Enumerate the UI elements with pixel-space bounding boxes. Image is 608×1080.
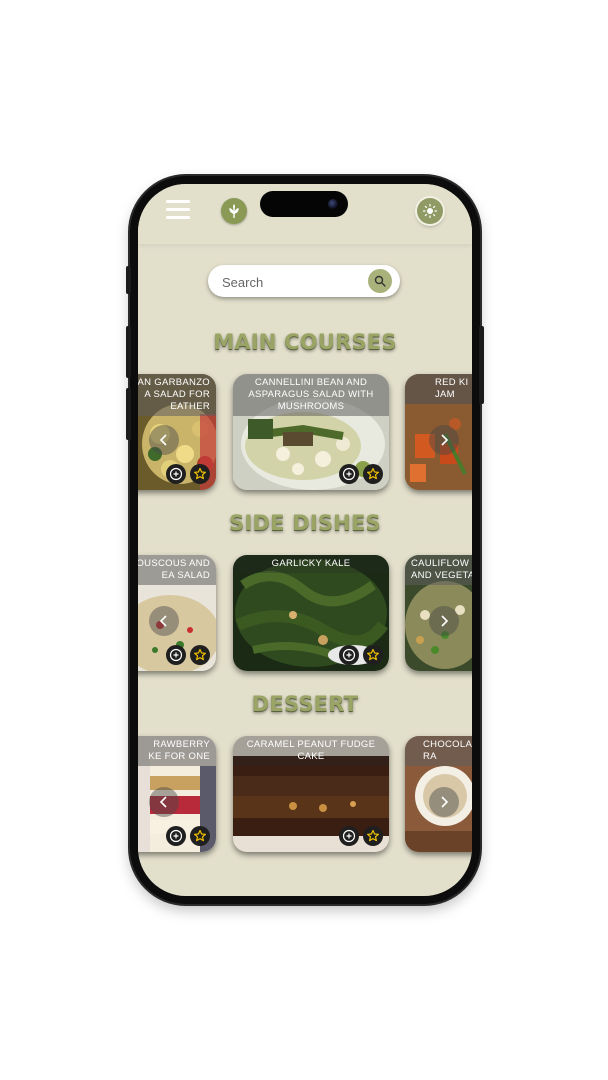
star-icon[interactable] — [363, 464, 383, 484]
recipe-title: CAULIFLOW AND VEGETA — [405, 555, 472, 585]
carousel-prev-button[interactable] — [149, 606, 179, 636]
recipe-title: OUSCOUS AND EA SALAD — [138, 555, 216, 585]
power-button — [479, 326, 484, 404]
star-icon[interactable] — [190, 645, 210, 665]
section-title-side-dishes: SIDE DISHES — [229, 511, 381, 535]
recipe-title: RED KI JAM — [405, 374, 472, 404]
search-bar — [208, 265, 400, 297]
add-icon[interactable] — [166, 826, 186, 846]
add-icon[interactable] — [339, 464, 359, 484]
mute-switch — [126, 266, 131, 294]
hamburger-menu-icon[interactable] — [166, 200, 190, 220]
recipe-card[interactable]: Caramel Peanut Fudge Cake — [233, 736, 389, 852]
recipe-title: Cannellini Bean and Asparagus Salad with… — [233, 374, 389, 416]
star-icon[interactable] — [190, 826, 210, 846]
carousel-prev-button[interactable] — [149, 787, 179, 817]
recipe-title: AN GARBANZO A SALAD FOR EATHER — [138, 374, 216, 416]
star-icon[interactable] — [363, 645, 383, 665]
search-icon — [374, 275, 386, 287]
star-icon[interactable] — [363, 826, 383, 846]
section-title-dessert: DESSERT — [251, 692, 359, 716]
sun-icon[interactable] — [417, 198, 443, 224]
add-icon[interactable] — [166, 645, 186, 665]
recipe-card[interactable]: Cannellini Bean and Asparagus Salad with… — [233, 374, 389, 490]
recipe-card[interactable]: Garlicky Kale — [233, 555, 389, 671]
volume-down-button — [126, 388, 131, 440]
carousel-prev-button[interactable] — [149, 425, 179, 455]
dynamic-island — [260, 191, 348, 217]
recipe-title: Garlicky Kale — [233, 555, 389, 573]
carousel-next-button[interactable] — [429, 425, 459, 455]
recipe-title: RAWBERRY KE FOR ONE — [138, 736, 216, 766]
carousel-next-button[interactable] — [429, 787, 459, 817]
recipe-title: CHOCOLA RA — [405, 736, 472, 766]
add-icon[interactable] — [339, 645, 359, 665]
search-input[interactable] — [220, 272, 364, 292]
add-icon[interactable] — [339, 826, 359, 846]
wheat-logo-icon[interactable] — [221, 198, 247, 224]
phone-frame: MAIN COURSES AN GARBANZO A SALAD FOR EAT… — [126, 176, 484, 904]
add-icon[interactable] — [166, 464, 186, 484]
star-icon[interactable] — [190, 464, 210, 484]
search-button[interactable] — [368, 269, 392, 293]
recipe-title: Caramel Peanut Fudge Cake — [233, 736, 389, 766]
app-screen: MAIN COURSES AN GARBANZO A SALAD FOR EAT… — [138, 184, 472, 896]
volume-up-button — [126, 326, 131, 378]
carousel-next-button[interactable] — [429, 606, 459, 636]
section-title-main-courses: MAIN COURSES — [213, 330, 397, 354]
